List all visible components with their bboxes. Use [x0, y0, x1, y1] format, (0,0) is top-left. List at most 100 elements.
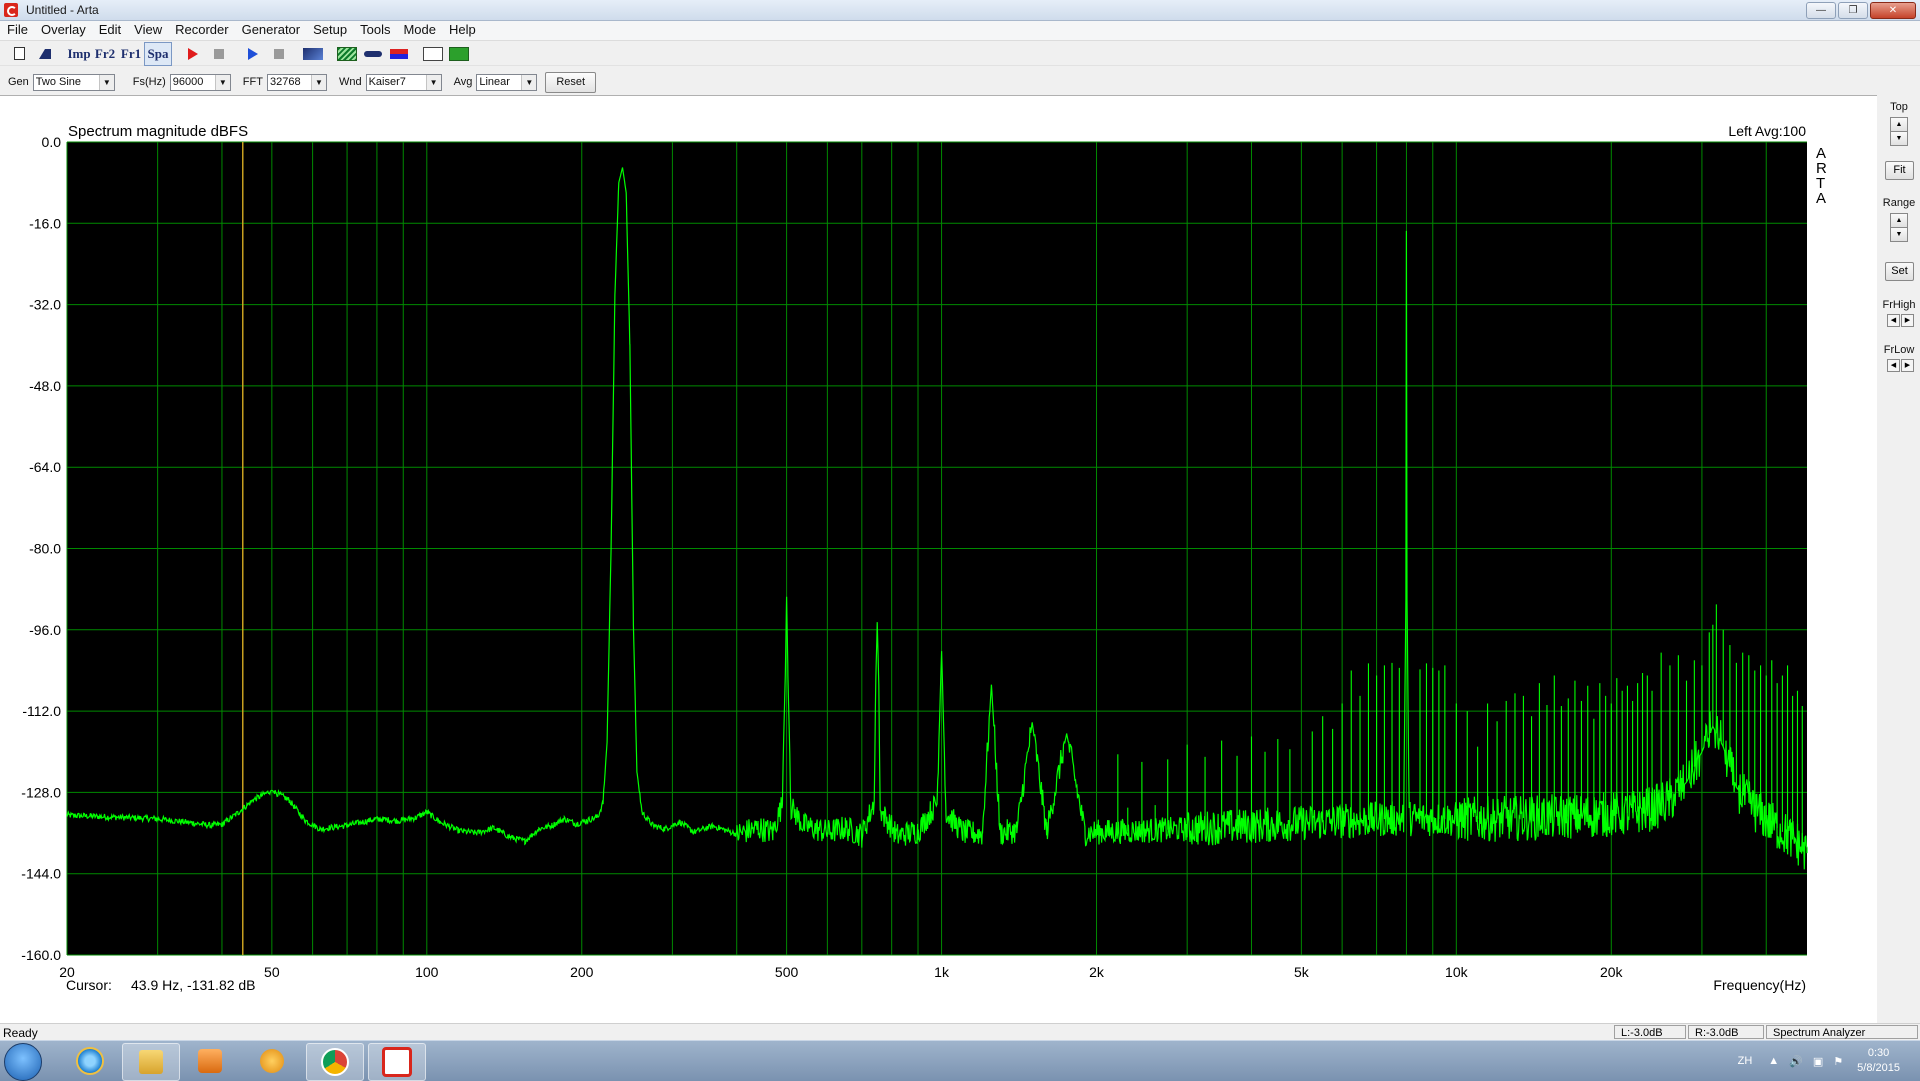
status-text: Ready — [3, 1026, 38, 1040]
y-tick-label: -80.0 — [29, 541, 61, 557]
action-center-icon[interactable]: ⚑ — [1833, 1055, 1843, 1068]
menu-help[interactable]: Help — [442, 21, 482, 40]
legend-icon[interactable] — [334, 43, 360, 65]
media-player-icon[interactable] — [182, 1043, 238, 1079]
y-tick-label: -112.0 — [22, 703, 61, 719]
x-tick-label: 5k — [1294, 964, 1310, 980]
frhigh-label: FrHigh — [1882, 299, 1916, 311]
sound-card-icon[interactable] — [386, 43, 412, 65]
reset-button[interactable]: Reset — [545, 71, 597, 93]
gen-label: Gen — [8, 76, 29, 88]
menu-generator[interactable]: Generator — [235, 21, 307, 40]
fft-label: FFT — [242, 76, 263, 88]
y-tick-label: -48.0 — [29, 378, 61, 394]
stop-icon[interactable] — [206, 43, 232, 65]
windows-start-icon[interactable] — [4, 1043, 42, 1081]
x-tick-label: 100 — [415, 964, 439, 980]
file-explorer-icon[interactable] — [122, 1043, 180, 1081]
y-tick-label: -64.0 — [29, 459, 61, 475]
x-tick-label: 200 — [570, 964, 594, 980]
spectrum-graph-icon[interactable] — [446, 43, 472, 65]
set-button[interactable]: Set — [1885, 262, 1914, 281]
fit-button[interactable]: Fit — [1885, 161, 1914, 180]
impulse-mode-button[interactable]: Imp — [66, 43, 92, 65]
left-gain-status: L:-3.0dB — [1614, 1025, 1686, 1039]
minimize-button[interactable]: — — [1806, 2, 1836, 19]
chevron-right-icon[interactable]: ▶ — [1901, 314, 1914, 327]
overlay-icon[interactable] — [300, 43, 326, 65]
menu-setup[interactable]: Setup — [306, 21, 353, 40]
network-icon[interactable]: ▣ — [1813, 1055, 1823, 1068]
generator-stop-icon[interactable] — [266, 43, 292, 65]
play-icon[interactable] — [240, 43, 266, 65]
window-title: Untitled - Arta — [26, 3, 99, 17]
fs-value: 96000 — [172, 76, 204, 88]
avg-label: Avg — [453, 76, 473, 88]
fr1-mode-button[interactable]: Fr1 — [118, 43, 144, 65]
chevron-down-icon[interactable]: ▼ — [521, 74, 537, 90]
y-tick-label: -128.0 — [21, 784, 61, 800]
range-label: Range — [1882, 197, 1916, 209]
arta-taskbar-icon[interactable] — [368, 1043, 426, 1081]
y-tick-label: -96.0 — [29, 622, 61, 638]
internet-explorer-icon[interactable] — [62, 1043, 118, 1079]
frlow-label: FrLow — [1883, 344, 1915, 356]
chart-title: Spectrum magnitude dBFS — [68, 123, 248, 140]
x-tick-label: 20k — [1600, 964, 1624, 980]
menu-edit[interactable]: Edit — [92, 21, 127, 40]
mode-status: Spectrum Analyzer — [1766, 1025, 1918, 1039]
top-up-spin[interactable]: ▲ — [1890, 117, 1908, 132]
range-down-spin[interactable]: ▼ — [1890, 227, 1908, 242]
volume-icon[interactable]: 🔊 — [1789, 1055, 1803, 1068]
top-down-spin[interactable]: ▼ — [1890, 131, 1908, 146]
clock[interactable]: 0:30 5/8/2015 — [1857, 1046, 1900, 1076]
menu-overlay[interactable]: Overlay — [34, 21, 92, 40]
chevron-down-icon[interactable]: ▼ — [425, 74, 441, 90]
range-up-spin[interactable]: ▲ — [1890, 213, 1908, 228]
spa-mode-button[interactable]: Spa — [144, 41, 172, 66]
chrome-icon[interactable] — [306, 1043, 364, 1081]
fr2-mode-button[interactable]: Fr2 — [92, 43, 118, 65]
close-button[interactable]: ✕ — [1870, 2, 1916, 19]
wnd-select[interactable]: Kaiser7 ▼ — [365, 73, 442, 91]
menu-view[interactable]: View — [127, 21, 168, 40]
status-bar: Ready L:-3.0dB R:-3.0dB Spectrum Analyze… — [0, 1023, 1920, 1041]
avg-select[interactable]: Linear ▼ — [476, 73, 538, 91]
chat-app-icon[interactable] — [244, 1043, 300, 1079]
maximize-button[interactable]: ❐ — [1838, 2, 1868, 19]
fs-label: Fs(Hz) — [132, 76, 166, 88]
menu-tools[interactable]: Tools — [353, 21, 396, 40]
watermark-letter: A — [1816, 190, 1826, 207]
frlow-arrows: ◀ ▶ — [1887, 359, 1914, 372]
top-label: Top — [1890, 101, 1908, 113]
fs-select[interactable]: 96000 ▼ — [169, 73, 231, 91]
chevron-left-icon[interactable]: ◀ — [1887, 314, 1900, 327]
chevron-down-icon[interactable]: ▼ — [310, 74, 326, 90]
clock-time: 0:30 — [1867, 1047, 1890, 1059]
y-tick-label: -160.0 — [21, 947, 61, 963]
language-indicator[interactable]: ZH — [1738, 1055, 1753, 1067]
system-tray: ZH ▲ 🔊 ▣ ⚑ 0:30 5/8/2015 — [1738, 1041, 1920, 1081]
menu-recorder[interactable]: Recorder — [168, 21, 234, 40]
new-file-icon[interactable] — [6, 43, 32, 65]
menu-mode[interactable]: Mode — [396, 21, 442, 40]
chevron-down-icon[interactable]: ▼ — [214, 74, 230, 90]
calibration-icon[interactable] — [360, 43, 386, 65]
x-tick-label: 500 — [775, 964, 799, 980]
clock-date: 5/8/2015 — [1857, 1062, 1900, 1074]
spectrum-chart[interactable]: 0.0 -16.0 -32.0 -48.0 -64.0 -80.0 -96.0 -112.0 -… — [0, 96, 1877, 1024]
gen-select[interactable]: Two Sine ▼ — [32, 73, 115, 91]
menu-bar: File Overlay Edit View Recorder Generato… — [0, 21, 1920, 41]
arta-app-icon[interactable] — [4, 3, 18, 17]
chevron-left-icon[interactable]: ◀ — [1887, 359, 1900, 372]
menu-file[interactable]: File — [0, 21, 34, 40]
toolbar: Imp Fr2 Fr1 Spa — [0, 41, 1920, 66]
record-icon[interactable] — [180, 43, 206, 65]
scope-icon[interactable] — [420, 43, 446, 65]
chevron-right-icon[interactable]: ▶ — [1901, 359, 1914, 372]
fft-select[interactable]: 32768 ▼ — [266, 73, 327, 91]
show-hidden-icons-icon[interactable]: ▲ — [1768, 1055, 1779, 1067]
chevron-down-icon[interactable]: ▼ — [98, 74, 114, 90]
y-tick-label: -144.0 — [21, 866, 61, 882]
open-file-icon[interactable] — [32, 43, 58, 65]
